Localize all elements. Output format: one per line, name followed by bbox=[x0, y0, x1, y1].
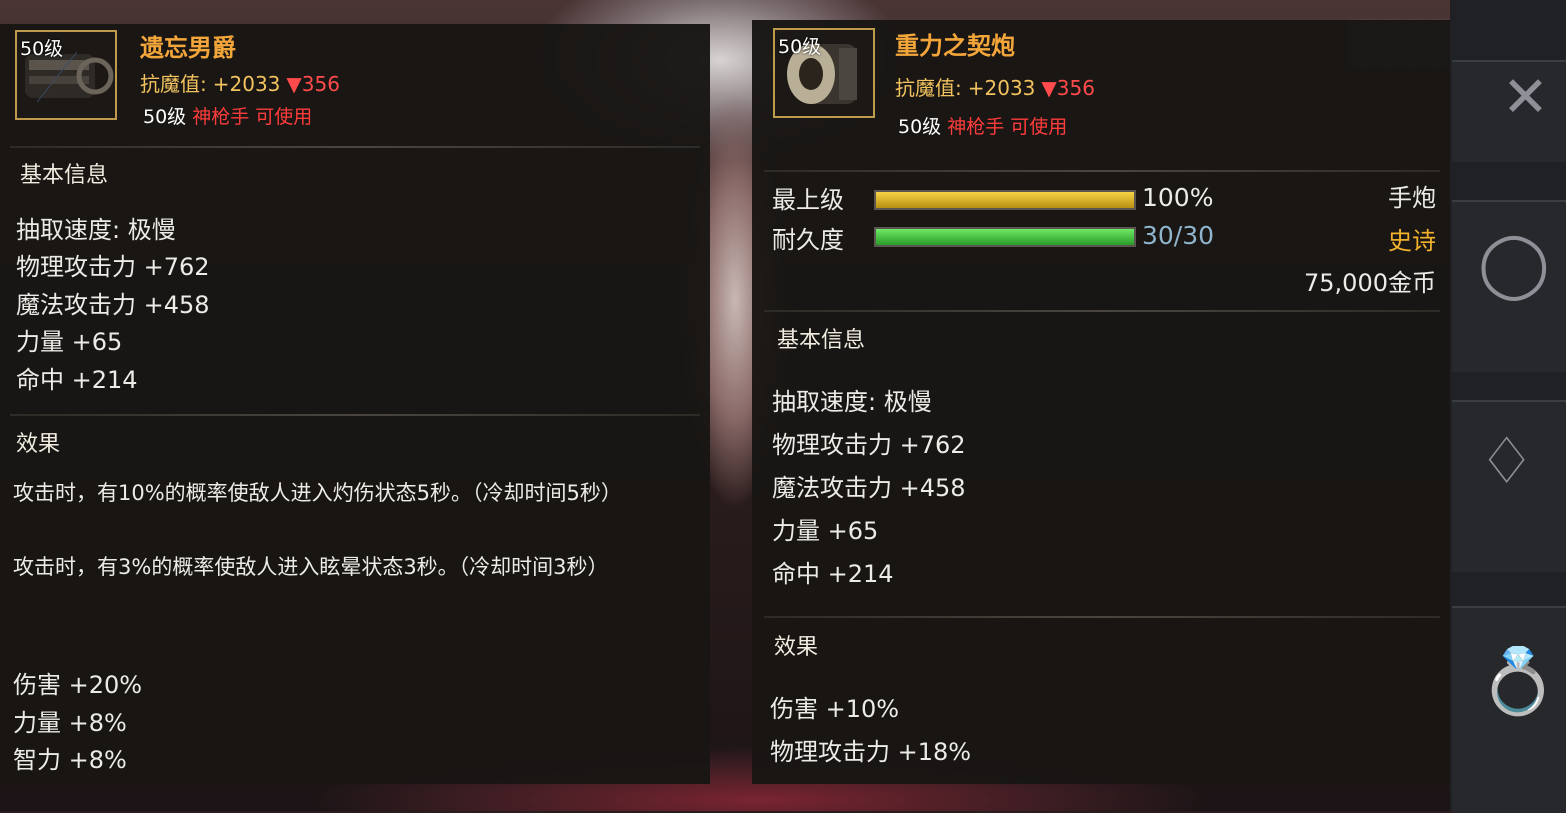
effect-burn: 攻击时，有10%的概率使敌人进入灼伤状态5秒。（冷却时间5秒） bbox=[13, 481, 622, 505]
bracelet-icon: ◯ bbox=[1478, 227, 1550, 301]
rarity: 史诗 bbox=[1388, 227, 1436, 255]
item-tooltip-left: 50级 遗忘男爵 抗魔值: +2033 ▼356 50级 神枪手 可使用 基本信息 抽… bbox=[0, 24, 710, 784]
stat-magic-attack: 魔法攻击力 +458 bbox=[16, 291, 210, 319]
divider bbox=[10, 146, 700, 148]
weapon-type: 手炮 bbox=[1388, 184, 1436, 212]
grade-bar bbox=[874, 190, 1136, 210]
stat-strength: 力量 +65 bbox=[16, 328, 123, 356]
level-badge: 50级 bbox=[778, 36, 822, 58]
item-tooltip-right: 50级 重力之契炮 抗魔值: +2033 ▼356 50级 神枪手 可使用 最上级 1… bbox=[752, 20, 1450, 784]
durability-bar bbox=[874, 227, 1136, 247]
bonus-damage: 伤害 +10% bbox=[770, 695, 900, 723]
grade-bar-fill bbox=[876, 192, 1134, 208]
basic-info-title: 基本信息 bbox=[777, 328, 866, 353]
required-class: 神枪手 可使用 bbox=[192, 106, 313, 128]
required-level: 50级 bbox=[898, 116, 942, 138]
item-icon-frame[interactable]: 50级 bbox=[773, 28, 875, 118]
stat-draw-speed: 抽取速度: 极慢 bbox=[16, 216, 176, 244]
stat-hit: 命中 +214 bbox=[772, 560, 894, 588]
required-level: 50级 bbox=[143, 106, 187, 128]
grade-value: 100% bbox=[1142, 183, 1214, 212]
stat-hit: 命中 +214 bbox=[16, 366, 138, 394]
item-name: 遗忘男爵 bbox=[140, 34, 236, 62]
magic-resist-bonus: +2033 bbox=[967, 76, 1036, 100]
magic-resist-drop: ▼356 bbox=[1041, 76, 1095, 100]
level-badge: 50级 bbox=[20, 38, 64, 60]
durability-label: 耐久度 bbox=[772, 226, 844, 254]
ring-icon: 💍 bbox=[1478, 645, 1558, 719]
magic-resist-label: 抗魔值: bbox=[895, 76, 962, 100]
divider bbox=[10, 414, 700, 416]
sell-price: 75,000金币 bbox=[1304, 269, 1436, 297]
magic-resist-drop: ▼356 bbox=[286, 72, 340, 96]
bonus-physical-attack: 物理攻击力 +18% bbox=[770, 738, 972, 766]
effect-title: 效果 bbox=[16, 432, 61, 457]
necklace-icon: ♢ bbox=[1478, 425, 1536, 499]
durability-value: 30/30 bbox=[1142, 221, 1215, 250]
item-name: 重力之契炮 bbox=[895, 32, 1015, 60]
divider bbox=[764, 616, 1440, 618]
bonus-damage: 伤害 +20% bbox=[13, 671, 143, 699]
magic-resist-bonus: +2033 bbox=[212, 72, 281, 96]
magic-resist-label: 抗魔值: bbox=[140, 72, 207, 96]
requirement-line: 50级 神枪手 可使用 bbox=[143, 102, 312, 129]
bonus-strength: 力量 +8% bbox=[13, 709, 127, 737]
close-icon[interactable]: ✕ bbox=[1502, 70, 1549, 126]
effect-title: 效果 bbox=[774, 635, 819, 660]
magic-resist-line: 抗魔值: +2033 ▼356 bbox=[140, 68, 340, 97]
stat-physical-attack: 物理攻击力 +762 bbox=[772, 431, 966, 459]
divider bbox=[764, 310, 1440, 312]
stat-physical-attack: 物理攻击力 +762 bbox=[16, 253, 210, 281]
stat-strength: 力量 +65 bbox=[772, 517, 879, 545]
stat-magic-attack: 魔法攻击力 +458 bbox=[772, 474, 966, 502]
durability-bar-fill bbox=[876, 229, 1134, 245]
item-icon-frame[interactable]: 50级 bbox=[15, 30, 117, 120]
required-class: 神枪手 可使用 bbox=[947, 116, 1068, 138]
stat-draw-speed: 抽取速度: 极慢 bbox=[772, 388, 932, 416]
bonus-intelligence: 智力 +8% bbox=[13, 746, 127, 774]
divider bbox=[764, 170, 1440, 172]
magic-resist-line: 抗魔值: +2033 ▼356 bbox=[895, 72, 1095, 101]
effect-stun: 攻击时，有3%的概率使敌人进入眩晕状态3秒。（冷却时间3秒） bbox=[13, 555, 609, 579]
grade-label: 最上级 bbox=[772, 186, 844, 214]
basic-info-title: 基本信息 bbox=[20, 163, 109, 188]
requirement-line: 50级 神枪手 可使用 bbox=[898, 112, 1067, 139]
